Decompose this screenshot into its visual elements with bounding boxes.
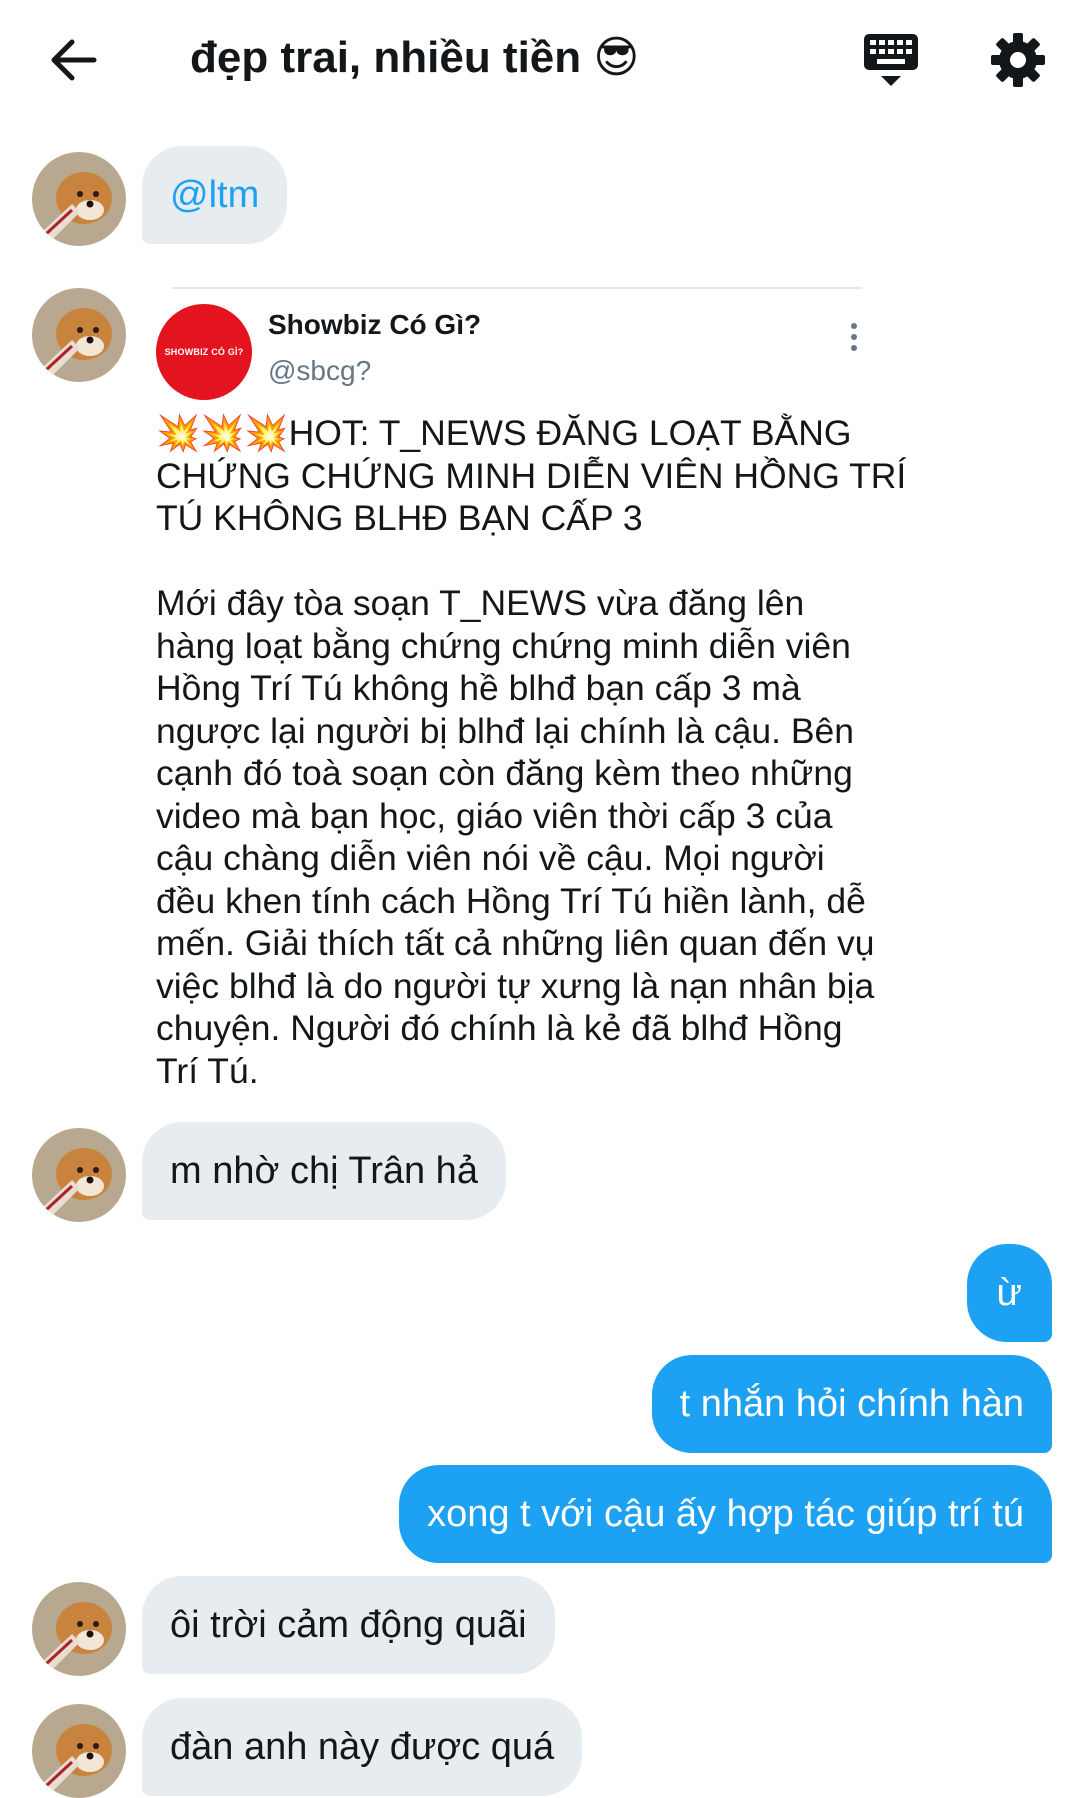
tweet-body-line: đều khen tính cách Hồng Trí Tú hiền lành… — [156, 880, 866, 921]
avatar[interactable] — [32, 288, 126, 382]
tweet-text: 💥💥💥HOT: T_NEWS ĐĂNG LOẠT BẰNG CHỨNG CHỨN… — [156, 412, 907, 1092]
tweet-body-line: mến. Giải thích tất cả những liên quan đ… — [156, 923, 875, 963]
tweet-headline-line: TÚ KHÔNG BLHĐ BẠN CẤP 3 — [156, 498, 643, 538]
avatar[interactable] — [32, 1128, 126, 1222]
message-text: ừ — [996, 1272, 1022, 1314]
message-bubble[interactable]: ôi trời cảm động quãi — [142, 1576, 555, 1674]
tweet-author-avatar[interactable]: SHOWBIZ CÓ GÌ? — [156, 304, 252, 400]
tweet-body-line: ngược lại người bị blhđ lại chính là cậu… — [156, 710, 854, 751]
tweet-body-line: cạnh đó toà soạn còn đăng kèm theo những — [156, 753, 853, 793]
tweet-author-handle[interactable]: @sbcg? — [268, 354, 371, 388]
avatar[interactable] — [32, 1582, 126, 1676]
message-text: t nhắn hỏi chính hàn — [679, 1383, 1024, 1425]
message-bubble[interactable]: @ltm — [142, 146, 288, 244]
tweet-body-line: video mà bạn học, giáo viên thời cấp 3 c… — [156, 795, 833, 836]
more-options-icon[interactable] — [846, 320, 862, 354]
tweet-logo-text: SHOWBIZ CÓ GÌ? — [164, 347, 244, 357]
tweet-body-line: Hồng Trí Tú không hề blhđ bạn cấp 3 mà — [156, 668, 801, 708]
conversation-title-text: đẹp trai, nhiều tiền — [190, 33, 582, 82]
tweet-body-line: Trí Tú. — [156, 1050, 259, 1091]
message-text: đàn anh này được quá — [170, 1726, 555, 1768]
tweet-headline-line: CHỨNG CHỨNG MINH DIỄN VIÊN HỒNG TRÍ — [156, 455, 907, 496]
conversation-title[interactable]: đẹp trai, nhiều tiền 😎 — [190, 28, 639, 88]
tweet-body-line: Mới đây tòa soạn T_NEWS vừa đăng lên — [156, 583, 805, 623]
tweet-card-border — [172, 287, 862, 289]
tweet-body-line: việc blhđ là do người tự xưng là nạn nhâ… — [156, 965, 875, 1006]
sunglasses-emoji-icon: 😎 — [593, 32, 640, 83]
tweet-body-line: hàng loạt bằng chứng chứng minh diễn viê… — [156, 625, 851, 666]
message-text: m nhờ chị Trân hả — [170, 1150, 478, 1192]
message-text: xong t với cậu ấy hợp tác giúp trí tú — [427, 1493, 1024, 1535]
tweet-author-name[interactable]: Showbiz Có Gì? — [268, 308, 481, 342]
tweet-body-line: chuyện. Người đó chính là kẻ đã blhđ Hồn… — [156, 1008, 843, 1048]
gear-icon[interactable] — [990, 32, 1046, 88]
message-bubble[interactable]: m nhờ chị Trân hả — [142, 1122, 506, 1220]
message-bubble[interactable]: đàn anh này được quá — [142, 1698, 583, 1796]
tweet-body-line: cậu chàng diễn viên nói về cậu. Mọi ngườ… — [156, 838, 825, 878]
tweet-headline-line: 💥💥💥HOT: T_NEWS ĐĂNG LOẠT BẰNG — [156, 413, 852, 453]
avatar[interactable] — [32, 152, 126, 246]
message-bubble-outgoing[interactable]: ừ — [966, 1244, 1052, 1342]
avatar[interactable] — [32, 1704, 126, 1798]
keyboard-icon[interactable] — [862, 30, 920, 90]
message-bubble-outgoing[interactable]: xong t với cậu ấy hợp tác giúp trí tú — [399, 1465, 1052, 1563]
mention-link[interactable]: @ltm — [170, 173, 259, 217]
message-text: ôi trời cảm động quãi — [170, 1604, 527, 1646]
message-bubble-outgoing[interactable]: t nhắn hỏi chính hàn — [651, 1355, 1052, 1453]
arrow-left-icon[interactable] — [44, 30, 104, 90]
conversation-header: đẹp trai, nhiều tiền 😎 — [0, 0, 1080, 120]
